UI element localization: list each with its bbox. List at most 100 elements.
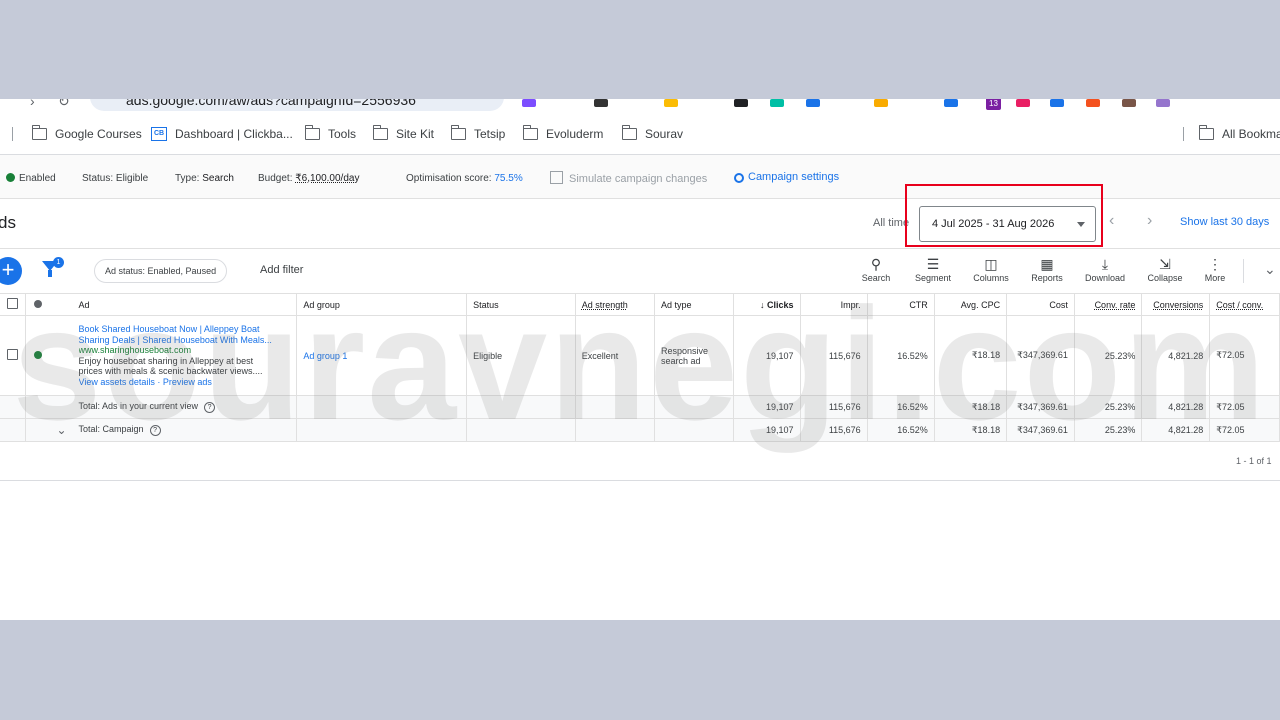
extension-icon[interactable] <box>594 99 608 107</box>
add-filter-button[interactable]: Add filter <box>260 264 303 276</box>
enabled-dot-icon[interactable] <box>34 350 43 359</box>
column-header-cost-conv[interactable]: Cost / conv. <box>1209 294 1280 316</box>
extension-icon[interactable] <box>770 99 784 107</box>
ad-group-link[interactable]: Ad group 1 <box>296 315 468 396</box>
reports-button[interactable]: ▦ Reports <box>1019 255 1075 283</box>
bookmark-tetsip[interactable]: Tetsip <box>450 125 505 142</box>
folder-icon <box>304 125 320 140</box>
next-period-icon[interactable]: › <box>1147 212 1152 230</box>
table-toolbar: + 1 Ad status: Enabled, Paused Add filte… <box>0 249 1280 294</box>
previous-period-icon[interactable]: ‹ <box>1109 212 1114 230</box>
extension-icon[interactable] <box>1050 99 1064 107</box>
download-button[interactable]: ⤓ Download <box>1077 255 1133 283</box>
ad-headline-2[interactable]: Sharing Deals | Shared Houseboat With Me… <box>79 335 291 346</box>
extension-icon[interactable] <box>1122 99 1136 107</box>
bookmark-site-kit[interactable]: Site Kit <box>372 125 434 142</box>
column-header-ad-type[interactable]: Ad type <box>654 294 735 316</box>
bookmark-evoluderm[interactable]: Evoluderm <box>522 125 603 142</box>
bookmark-sourav[interactable]: Sourav <box>621 125 683 142</box>
column-header-cost[interactable]: Cost <box>1006 294 1075 316</box>
campaign-conv-rate: 25.23% <box>1074 418 1143 442</box>
avg-cpc-cell: ₹18.18 <box>934 315 1008 396</box>
address-bar[interactable]: ads.google.com/aw/ads?campaignId=2556936 <box>90 99 504 111</box>
column-header-status[interactable]: Status <box>466 294 576 316</box>
campaign-budget[interactable]: Budget: ₹6,100.00/day <box>258 173 359 184</box>
forward-icon[interactable]: › <box>30 99 35 109</box>
conv-rate-cell: 25.23% <box>1074 315 1143 396</box>
view-assets-preview-links[interactable]: View assets details · Preview ads <box>79 377 291 388</box>
empty-cell <box>296 418 468 442</box>
total-conversions: 4,821.28 <box>1141 395 1211 419</box>
extension-icon[interactable] <box>734 99 748 107</box>
more-button[interactable]: ⋮ More <box>1187 255 1243 283</box>
column-header-ad[interactable]: Ad <box>72 294 298 316</box>
column-header-clicks[interactable]: ↓ Clicks <box>733 294 801 316</box>
enabled-status[interactable]: Enabled <box>6 173 56 184</box>
campaign-type: Type: Search <box>175 173 234 184</box>
search-button[interactable]: ⚲ Search <box>848 255 904 283</box>
extension-icon[interactable] <box>522 99 536 107</box>
bookmark-google-courses[interactable]: Google Courses <box>31 125 142 142</box>
chevron-down-icon[interactable]: ⌄ <box>1264 261 1276 278</box>
help-icon[interactable]: ? <box>204 402 216 413</box>
show-last-30-days[interactable]: Show last 30 days <box>1180 216 1269 228</box>
collapse-icon: ⇲ <box>1159 256 1171 272</box>
extension-icon[interactable] <box>806 99 820 107</box>
columns-button[interactable]: ◫ Columns <box>963 255 1019 283</box>
extension-badge[interactable]: 13 <box>986 99 1001 110</box>
ad-status-filter-chip[interactable]: Ad status: Enabled, Paused <box>94 259 228 283</box>
segment-button[interactable]: ☰ Segment <box>905 255 961 283</box>
divider <box>1183 127 1184 141</box>
ad-headline-1[interactable]: Book Shared Houseboat Now | Alleppey Boa… <box>79 324 291 335</box>
table-header-row: Ad Ad group Status Ad strength Ad type ↓… <box>0 294 1280 316</box>
clickbank-icon: CB <box>151 127 167 141</box>
bookmark-dashboard[interactable]: CB Dashboard | Clickba... <box>151 126 293 142</box>
help-icon[interactable]: ? <box>149 425 161 436</box>
row-checkbox-cell <box>0 315 27 396</box>
empty-cell <box>466 418 576 442</box>
total-view-label: Total: Ads in your current view <box>78 401 199 411</box>
extension-icon[interactable] <box>664 99 678 107</box>
reports-icon: ▦ <box>1040 256 1054 272</box>
ad-type-line-2: search ad <box>660 355 701 366</box>
simulate-changes[interactable]: Simulate campaign changes <box>550 171 707 185</box>
empty-cell <box>0 395 27 419</box>
total-avg-cpc: ₹18.18 <box>934 395 1008 419</box>
status-column-header <box>25 294 73 316</box>
campaign-ctr: 16.52% <box>867 418 935 442</box>
bookmark-label: Google Courses <box>55 127 142 141</box>
reports-label: Reports <box>1031 273 1063 283</box>
column-header-ad-group[interactable]: Ad group <box>296 294 468 316</box>
extension-icon[interactable] <box>1086 99 1100 107</box>
column-header-ad-strength[interactable]: Ad strength <box>575 294 655 316</box>
checkbox[interactable] <box>7 298 18 309</box>
reload-icon[interactable]: ↻ <box>58 99 70 110</box>
total-campaign-label: Total: Campaign <box>78 424 144 434</box>
column-header-ctr[interactable]: CTR <box>867 294 935 316</box>
extension-icon[interactable] <box>944 99 958 107</box>
all-bookmarks[interactable]: All Bookma <box>1198 125 1280 142</box>
optimisation-score[interactable]: Optimisation score: 75.5% <box>406 173 523 184</box>
column-header-conversions[interactable]: Conversions <box>1141 294 1211 316</box>
chevron-down-icon[interactable]: ⌄ <box>56 423 66 437</box>
empty-cell <box>466 395 576 419</box>
total-cost: ₹347,369.61 <box>1006 395 1075 419</box>
collapse-button[interactable]: ⇲ Collapse <box>1137 255 1193 283</box>
all-time-label: All time <box>873 217 910 229</box>
extension-icon[interactable] <box>1016 99 1030 107</box>
checkbox[interactable] <box>7 349 18 360</box>
bookmark-tools[interactable]: Tools <box>304 125 356 142</box>
empty-cell <box>654 395 735 419</box>
total-view-label-cell: Total: Ads in your current view? <box>72 395 298 419</box>
empty-cell <box>654 418 735 442</box>
create-ad-button[interactable]: + <box>0 257 22 285</box>
status-dot-icon <box>34 299 43 308</box>
select-all-checkbox[interactable] <box>0 294 27 316</box>
column-header-avg-cpc[interactable]: Avg. CPC <box>934 294 1008 316</box>
column-header-impr[interactable]: Impr. <box>800 294 868 316</box>
campaign-settings-link[interactable]: Campaign settings <box>734 171 839 183</box>
extension-icon[interactable] <box>1156 99 1170 107</box>
column-header-conv-rate[interactable]: Conv. rate <box>1074 294 1143 316</box>
enabled-label: Enabled <box>19 173 56 184</box>
extension-icon[interactable] <box>874 99 888 107</box>
